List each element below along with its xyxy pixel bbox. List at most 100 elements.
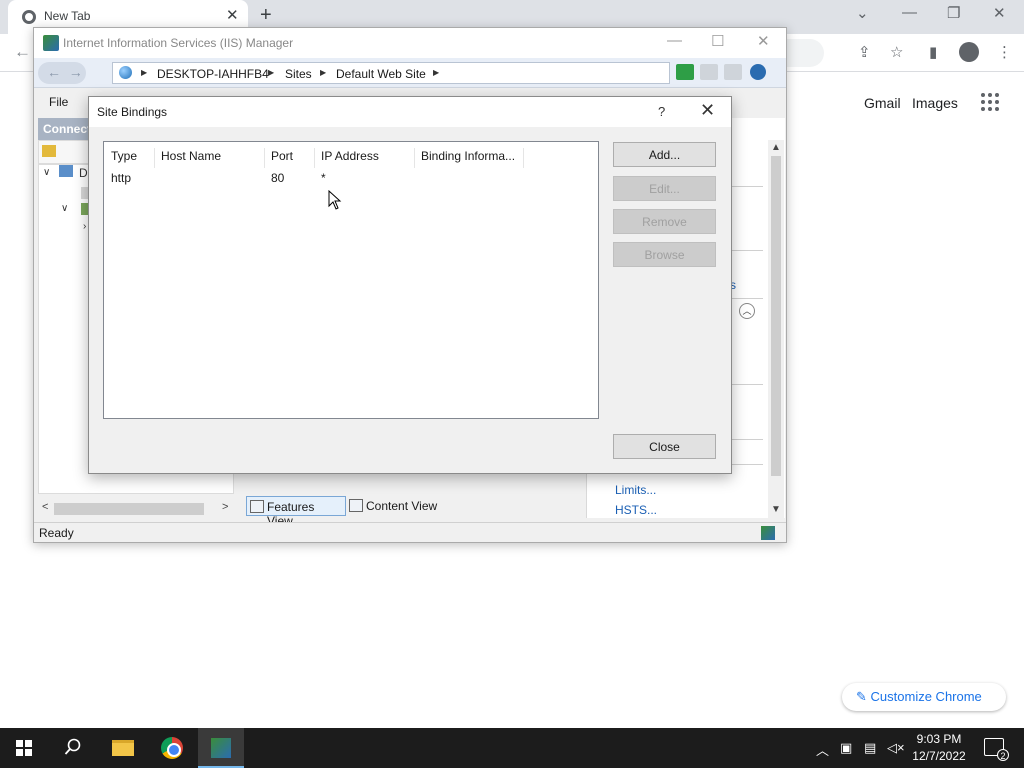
collapse-section-icon[interactable]: ︿ [739, 303, 755, 319]
column-header-type[interactable]: Type [104, 148, 155, 168]
breadcrumb-arrow-icon[interactable]: ▶ [433, 68, 439, 77]
notification-center-icon[interactable]: 2 [984, 738, 1009, 761]
profile-avatar[interactable] [959, 42, 979, 62]
browse-button[interactable]: Browse [613, 242, 716, 267]
breadcrumb-arrow-icon[interactable]: ▶ [141, 68, 147, 77]
scroll-thumb[interactable] [54, 503, 204, 515]
breadcrumb-server[interactable]: DESKTOP-IAHHFB4 [157, 67, 269, 81]
status-text: Ready [39, 526, 74, 540]
iis-minimize-icon[interactable]: — [667, 32, 682, 49]
cell-port: 80 [271, 171, 285, 185]
start-button-icon[interactable] [16, 740, 32, 756]
breadcrumb-sites[interactable]: Sites [285, 67, 312, 81]
view-tabs: Features View Content View [246, 496, 576, 528]
add-button[interactable]: Add... [613, 142, 716, 167]
divider [731, 298, 763, 299]
tab-features-view[interactable]: Features View [246, 496, 346, 528]
scroll-up-icon[interactable]: ▲ [771, 142, 781, 153]
mouse-cursor-icon [328, 190, 342, 210]
images-link[interactable]: Images [912, 95, 958, 111]
iis-app-icon [43, 35, 59, 51]
iis-title-bar: Internet Information Services (IIS) Mana… [34, 28, 786, 58]
chrome-menu-icon[interactable]: ⋮ [997, 43, 1012, 61]
edit-button[interactable]: Edit... [613, 176, 716, 201]
customize-chrome-button[interactable]: ✎ Customize Chrome [842, 683, 1006, 711]
content-view-label: Content View [366, 499, 438, 513]
breadcrumb-site[interactable]: Default Web Site [336, 67, 426, 81]
tab-search-icon[interactable]: ⌄ [856, 4, 869, 22]
tree-server-label[interactable]: D [79, 166, 88, 180]
minimize-icon[interactable]: — [902, 4, 917, 21]
column-header-binding-information[interactable]: Binding Informa... [414, 148, 524, 168]
network-icon[interactable]: ▤ [864, 740, 876, 756]
hsts-link[interactable]: HSTS... [615, 503, 657, 517]
divider [731, 439, 763, 440]
breadcrumb-arrow-icon[interactable]: ▶ [320, 68, 326, 77]
file-menu[interactable]: File [49, 95, 68, 109]
pencil-icon: ✎ [856, 689, 867, 704]
scroll-left-icon[interactable]: < [42, 501, 48, 513]
site-bindings-dialog: Site Bindings ? ✕ Type Host Name Port IP… [88, 96, 732, 474]
connect-icon[interactable] [42, 145, 56, 157]
iis-maximize-icon[interactable]: ☐ [711, 32, 724, 50]
chrome-taskbar-icon[interactable] [161, 737, 183, 759]
new-tab-button[interactable]: + [260, 4, 272, 27]
system-clock[interactable]: 9:03 PM 12/7/2022 [910, 731, 968, 765]
bookmark-star-icon[interactable]: ☆ [890, 43, 903, 61]
column-header-host-name[interactable]: Host Name [154, 148, 265, 168]
back-icon[interactable]: ← [14, 42, 31, 62]
tab-content-view[interactable]: Content View [346, 496, 446, 516]
help-button[interactable]: ? [658, 104, 665, 119]
scroll-right-icon[interactable]: > [222, 501, 228, 513]
server-icon [59, 165, 73, 177]
volume-muted-icon[interactable]: ◁× [887, 740, 905, 756]
tree-collapsed-icon[interactable]: › [83, 221, 86, 232]
stop-icon[interactable] [700, 64, 718, 80]
iis-close-icon[interactable]: ✕ [757, 32, 770, 50]
notification-count-badge: 2 [997, 749, 1009, 761]
close-button[interactable]: Close [613, 434, 716, 459]
restore-icon[interactable]: ❐ [947, 4, 960, 22]
customize-chrome-label: Customize Chrome [870, 689, 982, 704]
dialog-close-icon[interactable]: ✕ [700, 100, 715, 121]
show-hidden-icons-icon[interactable]: ︿ [816, 740, 829, 759]
side-panel-icon[interactable]: ▮ [929, 43, 937, 61]
file-explorer-icon[interactable] [112, 740, 134, 756]
dialog-title-bar: Site Bindings ? ✕ [89, 97, 731, 127]
refresh-icon[interactable] [676, 64, 694, 80]
column-header-port[interactable]: Port [264, 148, 315, 168]
close-window-icon[interactable]: ✕ [993, 4, 1006, 22]
close-tab-icon[interactable]: ✕ [226, 6, 239, 24]
gmail-link[interactable]: Gmail [864, 95, 901, 111]
features-view-icon [250, 500, 264, 513]
clock-date: 12/7/2022 [912, 749, 966, 763]
iis-status-bar: Ready [34, 522, 786, 542]
divider [731, 250, 763, 251]
iis-back-forward-buttons[interactable]: ← → [38, 62, 86, 84]
horizontal-scrollbar[interactable]: < > [38, 500, 234, 518]
bindings-list[interactable]: Type Host Name Port IP Address Binding I… [103, 141, 599, 419]
content-view-icon [349, 499, 363, 512]
iis-navigation-bar: ← → ▶ DESKTOP-IAHHFB4 ▶ Sites ▶ Default … [34, 58, 786, 88]
tree-expand-icon[interactable]: ∨ [61, 203, 68, 214]
remove-button[interactable]: Remove [613, 209, 716, 234]
share-icon[interactable]: ⇪ [858, 43, 871, 61]
scroll-down-icon[interactable]: ▼ [771, 504, 781, 515]
iis-taskbar-button[interactable] [198, 728, 244, 768]
meet-now-icon[interactable]: ▣ [840, 740, 852, 756]
actions-vertical-scrollbar[interactable]: ▲ ▼ [768, 140, 784, 518]
divider [731, 186, 763, 187]
scroll-thumb[interactable] [771, 156, 781, 476]
clock-time: 9:03 PM [916, 732, 962, 746]
breadcrumb-arrow-icon[interactable]: ▶ [268, 68, 274, 77]
dialog-title: Site Bindings [97, 105, 168, 119]
iis-address-bar[interactable]: ▶ DESKTOP-IAHHFB4 ▶ Sites ▶ Default Web … [112, 62, 670, 84]
home-icon[interactable] [724, 64, 742, 80]
help-icon[interactable] [750, 64, 766, 80]
google-apps-icon[interactable] [981, 93, 999, 111]
limits-link[interactable]: Limits... [615, 483, 656, 497]
iis-taskbar-icon [211, 738, 231, 758]
tree-expand-icon[interactable]: ∨ [43, 167, 50, 178]
search-icon[interactable] [64, 738, 82, 756]
column-header-ip-address[interactable]: IP Address [314, 148, 415, 168]
